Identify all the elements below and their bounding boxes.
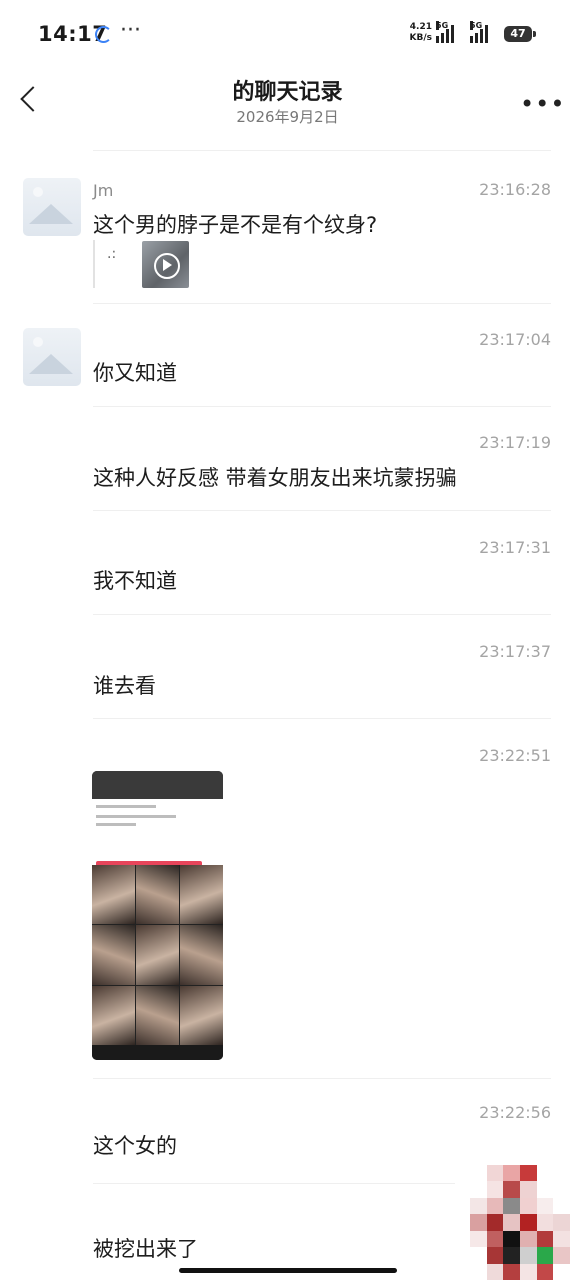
page-title: 的聊天记录 [232, 80, 343, 105]
message-text: 谁去看 [93, 674, 156, 698]
video-thumbnail[interactable] [142, 241, 189, 288]
message-divider [93, 1183, 455, 1184]
network-speed-unit: KB/s [409, 33, 432, 43]
message-text: 这种人好反感 带着女朋友出来坑蒙拐骗 [93, 466, 457, 490]
message-text: 这个男的脖子是不是有个纹身? [93, 213, 378, 237]
sim1-label: 5G [436, 21, 449, 30]
message-divider [93, 303, 551, 304]
sender-name: Jm [93, 181, 114, 200]
network-speed-value: 4.21 [409, 22, 432, 32]
sync-icon [95, 26, 112, 43]
pixelated-sticker [470, 1165, 570, 1280]
message-text: 这个女的 [93, 1134, 177, 1158]
more-notifications-icon: ··· [120, 18, 141, 43]
signal-sim1-icon: 5G [436, 21, 454, 43]
avatar[interactable] [23, 178, 81, 236]
image-message[interactable] [92, 771, 223, 1060]
message-time: 23:22:56 [479, 1103, 551, 1122]
home-indicator[interactable] [179, 1268, 397, 1273]
message-time: 23:17:19 [479, 433, 551, 452]
message-divider [93, 614, 551, 615]
message-time: 23:16:28 [479, 180, 551, 199]
quoted-text: .: [107, 246, 117, 262]
message-time: 23:22:51 [479, 746, 551, 765]
message-text: 我不知道 [93, 569, 177, 593]
signal-sim2-icon: 5G [470, 21, 488, 43]
network-speed: 4.21 KB/s [406, 22, 432, 44]
message-text: 你又知道 [93, 361, 177, 385]
status-bar: 14:17 ··· 4.21 KB/s 5G 5G 47 [0, 0, 575, 64]
message-divider [93, 1078, 551, 1079]
message-time: 23:17:37 [479, 642, 551, 661]
header-divider [93, 150, 551, 151]
play-icon [154, 253, 180, 279]
avatar[interactable] [23, 328, 81, 386]
message-divider [93, 510, 551, 511]
chat-history-header: 的聊天记录 2026年9月2日 ••• [0, 64, 575, 144]
battery-icon: 47 [504, 26, 536, 42]
message-text: 被挖出来了 [93, 1237, 198, 1261]
page-date: 2026年9月2日 [236, 108, 339, 126]
message-time: 23:17:04 [479, 330, 551, 349]
message-time: 23:17:31 [479, 538, 551, 557]
sim2-label: 5G [470, 21, 483, 30]
message-divider [93, 718, 551, 719]
more-options-button[interactable]: ••• [520, 90, 565, 118]
message-divider [93, 406, 551, 407]
